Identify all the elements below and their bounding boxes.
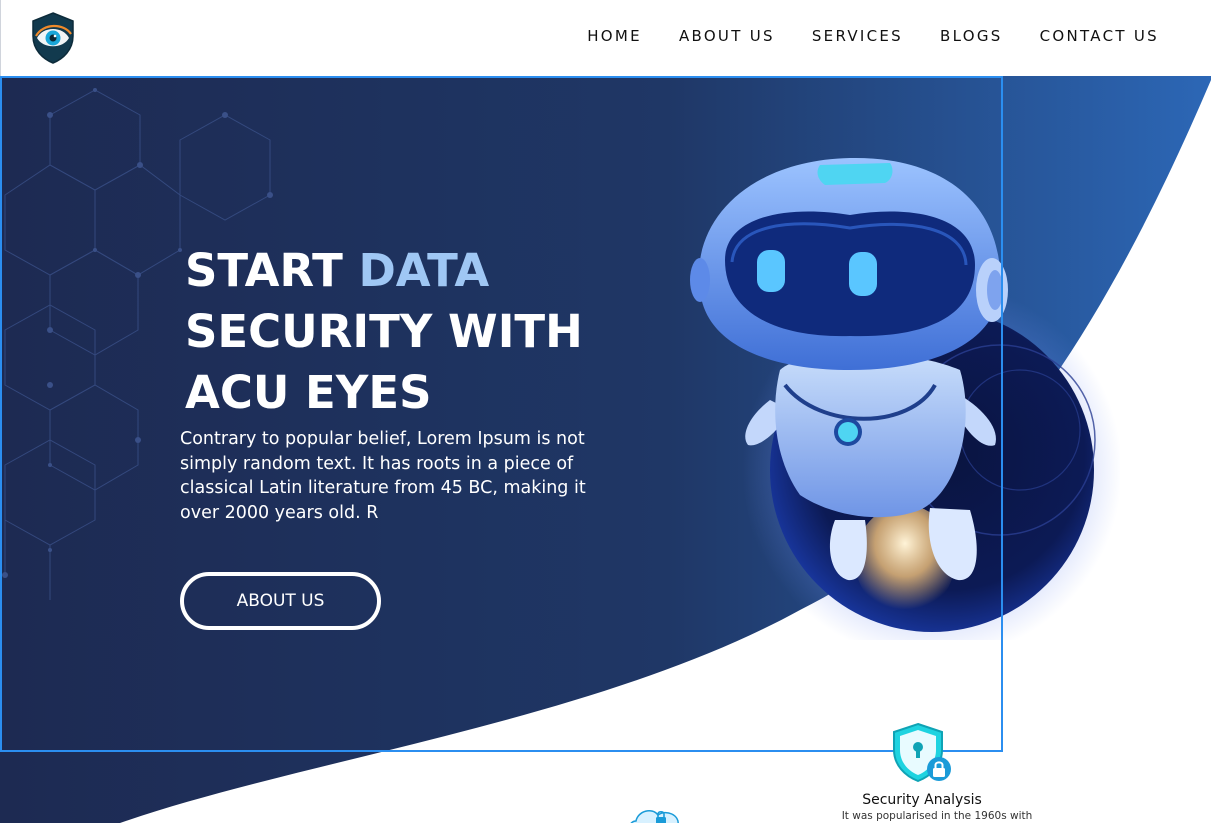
- hero-title-line3: ACU EYES: [185, 366, 432, 419]
- hero-description: Contrary to popular belief, Lorem Ipsum …: [180, 429, 586, 523]
- hero-title-accent: DATA: [358, 244, 490, 297]
- robot-illustration: [690, 157, 1120, 640]
- hero-title: START DATA SECURITY WITH ACU EYES: [185, 240, 583, 423]
- service-title: Security Analysis: [862, 792, 982, 808]
- about-us-button[interactable]: ABOUT US: [180, 572, 381, 630]
- main-nav: HOME ABOUT US SERVICES BLOGS CONTACT US: [550, 27, 1159, 45]
- nav-blogs[interactable]: BLOGS: [940, 27, 1003, 45]
- nav-contact-us[interactable]: CONTACT US: [1040, 27, 1159, 45]
- hero-title-start: START: [185, 244, 359, 297]
- page: HOME ABOUT US SERVICES BLOGS CONTACT US: [0, 0, 1211, 823]
- cloud-lock-icon: [630, 810, 679, 823]
- service-description: It was popularised in the 1960s with: [841, 810, 1033, 822]
- hero-title-line2: SECURITY WITH: [185, 305, 583, 358]
- shield-lock-icon: [893, 722, 951, 783]
- nav-services[interactable]: SERVICES: [812, 27, 903, 45]
- nav-about-us[interactable]: ABOUT US: [679, 27, 775, 45]
- site-header: HOME ABOUT US SERVICES BLOGS CONTACT US: [0, 0, 1211, 76]
- eye-shield-logo-icon[interactable]: [31, 12, 75, 64]
- nav-home[interactable]: HOME: [587, 27, 642, 45]
